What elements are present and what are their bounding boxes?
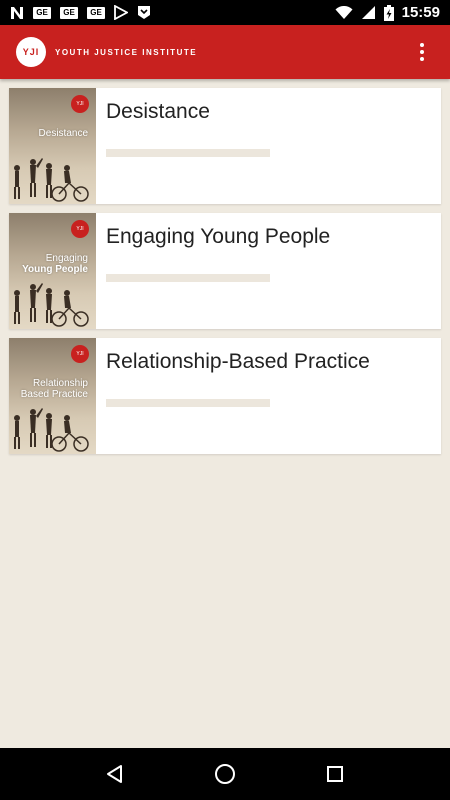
module-card-body: Relationship-Based Practice [96,338,441,454]
app-bar: YJI YOUTH JUSTICE INSTITUTE [0,25,450,79]
module-list: YJI Desistance Desistance YJI Engaging Y… [9,88,441,463]
module-title: Engaging Young People [106,225,331,248]
system-icons: 15:59 [335,4,440,21]
home-circle-icon[interactable] [205,754,245,794]
module-card-desistance[interactable]: YJI Desistance Desistance [9,88,441,204]
module-card-relationship-based-practice[interactable]: YJI Relationship Based Practice Relation… [9,338,441,454]
thumbnail-title: Relationship Based Practice [20,378,88,400]
module-card-body: Engaging Young People [96,213,441,329]
module-progress-bar [106,274,270,282]
silhouette-figures-image [14,283,89,327]
status-bar: GE GE GE 15:59 [0,0,450,25]
module-progress-bar [106,399,270,407]
play-store-icon [114,5,128,20]
wifi-icon [335,5,353,20]
signal-icon [361,5,376,20]
silhouette-figures-image [14,408,89,452]
brand-name: YOUTH JUSTICE INSTITUTE [55,47,198,57]
module-thumbnail: YJI Relationship Based Practice [9,338,96,454]
module-progress-bar [106,149,270,157]
yji-badge: YJI [71,220,89,238]
module-title: Desistance [106,100,210,123]
module-title: Relationship-Based Practice [106,350,370,373]
clock: 15:59 [401,4,440,21]
ge-icon: GE [33,6,51,19]
yji-badge: YJI [71,95,89,113]
module-card-engaging-young-people[interactable]: YJI Engaging Young People Engaging Young… [9,213,441,329]
yji-badge: YJI [71,345,89,363]
n-icon [10,6,24,20]
ge-icon: GE [60,6,78,19]
module-card-body: Desistance [96,88,441,204]
silhouette-figures-image [14,158,89,202]
thumbnail-title: Desistance [38,128,88,139]
battery-charging-icon [383,4,394,21]
yji-logo: YJI [16,37,46,67]
download-icon [137,5,151,20]
ge-icon: GE [87,6,105,19]
back-triangle-icon[interactable] [95,754,135,794]
navigation-bar [0,748,450,800]
recents-square-icon[interactable] [315,754,355,794]
more-vert-icon[interactable] [410,37,434,67]
thumbnail-title: Engaging Young People [22,253,88,275]
notification-icons: GE GE GE [10,5,151,20]
module-thumbnail: YJI Engaging Young People [9,213,96,329]
module-thumbnail: YJI Desistance [9,88,96,204]
